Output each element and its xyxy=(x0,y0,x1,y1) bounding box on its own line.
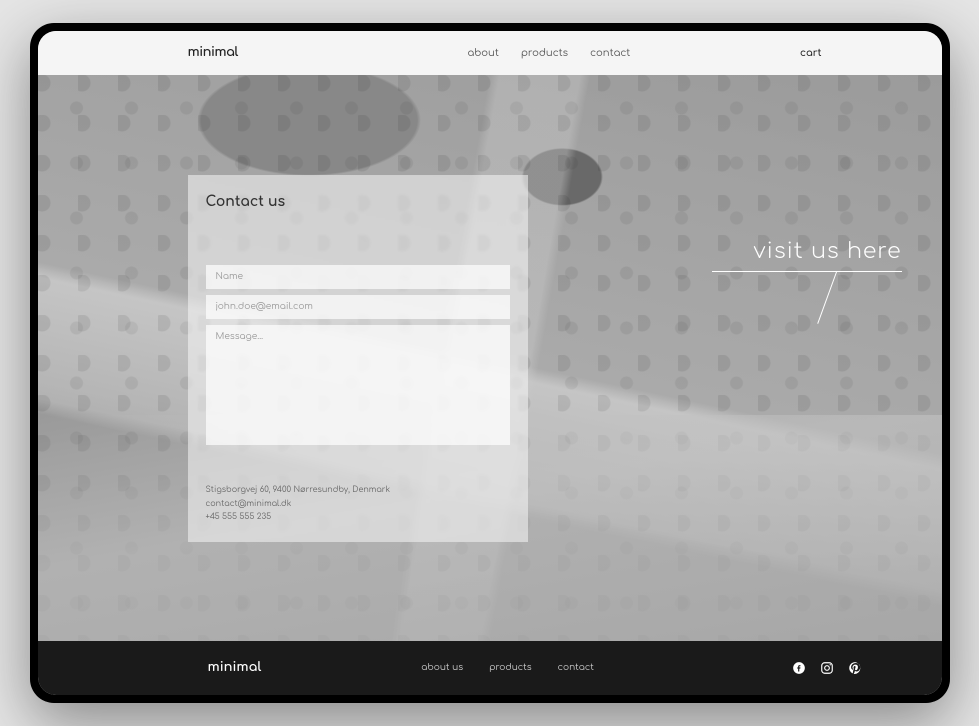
instagram-icon[interactable] xyxy=(820,661,834,675)
footer-bar: minimal about us products contact xyxy=(38,641,942,695)
nav-about[interactable]: about xyxy=(467,48,498,59)
device-frame: minimal about products contact cart Cont… xyxy=(30,23,950,703)
visit-underline xyxy=(712,271,902,272)
map-area: Contact us Stigsborgvej 60, 9400 Nørresu… xyxy=(38,75,942,641)
name-input[interactable] xyxy=(206,265,510,289)
contact-title: Contact us xyxy=(206,195,510,210)
contact-card: Contact us Stigsborgvej 60, 9400 Nørresu… xyxy=(188,175,528,542)
social-links xyxy=(792,661,862,675)
nav-products[interactable]: products xyxy=(521,48,568,59)
screen: minimal about products contact cart Cont… xyxy=(38,31,942,695)
cart-link[interactable]: cart xyxy=(800,48,822,59)
message-input[interactable] xyxy=(206,325,510,445)
header-nav: about products contact xyxy=(467,48,630,59)
contact-info: Stigsborgvej 60, 9400 Nørresundby, Denma… xyxy=(206,483,510,524)
footer-nav-contact[interactable]: contact xyxy=(558,663,594,673)
contact-email: contact@minimal.dk xyxy=(206,497,510,511)
contact-phone: +45 555 555 235 xyxy=(206,510,510,524)
pinterest-icon[interactable] xyxy=(848,661,862,675)
header-bar: minimal about products contact cart xyxy=(38,31,942,75)
email-input[interactable] xyxy=(206,295,510,319)
facebook-icon[interactable] xyxy=(792,661,806,675)
footer-logo[interactable]: minimal xyxy=(208,661,262,675)
visit-label: visit us here xyxy=(753,240,901,264)
nav-contact[interactable]: contact xyxy=(590,48,630,59)
footer-nav-about[interactable]: about us xyxy=(421,663,463,673)
footer-nav-products[interactable]: products xyxy=(489,663,532,673)
contact-address: Stigsborgvej 60, 9400 Nørresundby, Denma… xyxy=(206,483,510,497)
footer-nav: about us products contact xyxy=(421,663,594,673)
brand-logo[interactable]: minimal xyxy=(188,46,238,60)
